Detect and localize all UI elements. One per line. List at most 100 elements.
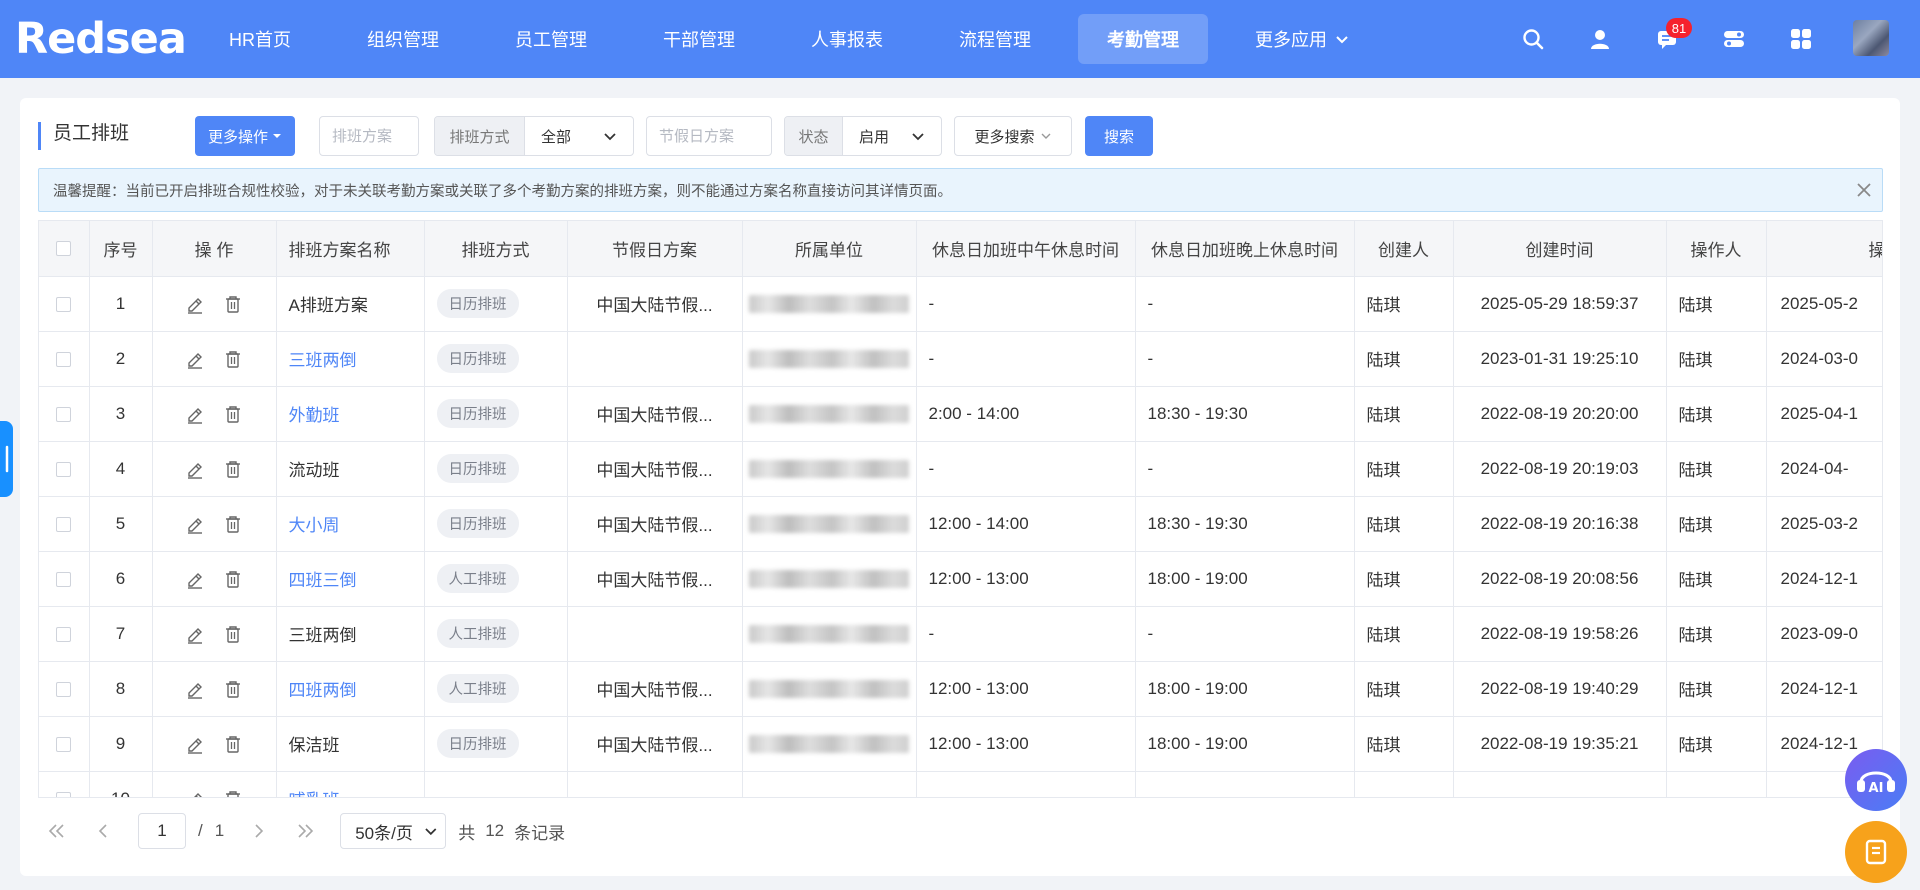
- table-row[interactable]: 9 保洁班 日历排班 中国大陆节假... 12:00 - 13:00 18:00 - 19…: [39, 716, 1882, 772]
- col-header-noon-rest[interactable]: 休息日加班中午休息时间: [916, 221, 1136, 277]
- nav-item-more-apps[interactable]: 更多应用: [1226, 14, 1378, 64]
- nav-item-label: 组织管理: [367, 30, 439, 50]
- delete-icon[interactable]: [223, 789, 243, 797]
- table-row[interactable]: 2 三班两倒 日历排班 - - 陆琪 2023-01-31 19:25:10 陆琪 2024-0…: [39, 331, 1882, 387]
- next-page-icon[interactable]: [248, 820, 270, 842]
- row-checkbox[interactable]: [56, 296, 72, 312]
- page-number-input[interactable]: [138, 813, 186, 849]
- col-header-creator[interactable]: 创建人: [1354, 221, 1454, 277]
- select-all-checkbox[interactable]: [56, 241, 72, 257]
- col-header-holiday[interactable]: 节假日方案: [567, 221, 743, 277]
- table-row[interactable]: 1 A排班方案 日历排班 中国大陆节假... - - 陆琪 2025-05-29 18:59:…: [39, 276, 1882, 332]
- edit-icon[interactable]: [185, 734, 205, 754]
- scheme-name[interactable]: 外勤班: [289, 406, 340, 425]
- redsea-logo[interactable]: Redsea: [15, 14, 187, 64]
- first-page-icon[interactable]: [46, 820, 68, 842]
- ai-assistant-button[interactable]: AI: [1845, 749, 1907, 811]
- row-checkbox[interactable]: [56, 681, 72, 697]
- apps-grid-icon[interactable]: [1786, 24, 1816, 54]
- scheme-name[interactable]: 四班两倒: [289, 681, 357, 700]
- row-checkbox[interactable]: [56, 791, 72, 797]
- user-icon[interactable]: [1585, 24, 1615, 54]
- table-row[interactable]: 10 哺乳班: [39, 771, 1882, 797]
- delete-icon[interactable]: [223, 624, 243, 644]
- edit-icon[interactable]: [185, 789, 205, 797]
- col-header-name[interactable]: 排班方案名称: [276, 221, 425, 277]
- delete-icon[interactable]: [223, 514, 243, 534]
- col-header-operator[interactable]: 操作人: [1666, 221, 1767, 277]
- prev-page-icon[interactable]: [92, 820, 114, 842]
- scheme-name-input[interactable]: [319, 116, 419, 156]
- edit-icon[interactable]: [185, 294, 205, 314]
- more-search-button[interactable]: 更多搜索: [954, 116, 1072, 156]
- col-header-evening-rest[interactable]: 休息日加班晚上休息时间: [1135, 221, 1355, 277]
- scheme-name[interactable]: 大小周: [289, 516, 340, 535]
- nav-item-hr-home[interactable]: HR首页: [200, 14, 320, 64]
- table-row[interactable]: 8 四班两倒 人工排班 中国大陆节假... 12:00 - 13:00 18:00 - 1…: [39, 661, 1882, 717]
- delete-icon[interactable]: [223, 459, 243, 479]
- avatar[interactable]: [1853, 20, 1889, 56]
- table-row[interactable]: 7 三班两倒 人工排班 - - 陆琪 2022-08-19 19:58:26 陆琪 2023-0…: [39, 606, 1882, 662]
- row-unit: [742, 496, 917, 552]
- side-drawer-tab[interactable]: [0, 421, 13, 497]
- more-ops-button[interactable]: 更多操作: [195, 116, 295, 156]
- scheme-name[interactable]: 三班两倒: [289, 351, 357, 370]
- row-unit: [742, 606, 917, 662]
- nav-item-staff[interactable]: 员工管理: [486, 14, 616, 64]
- nav-item-attendance[interactable]: 考勤管理: [1078, 14, 1208, 64]
- page-separator: /: [198, 821, 203, 840]
- scheme-name[interactable]: 四班三倒: [289, 571, 357, 590]
- mode-tag: 日历排班: [436, 509, 519, 538]
- delete-icon[interactable]: [223, 294, 243, 314]
- delete-icon[interactable]: [223, 734, 243, 754]
- col-header-created-time[interactable]: 创建时间: [1453, 221, 1667, 277]
- row-created-time: 2022-08-19 20:16:38: [1453, 496, 1667, 552]
- delete-icon[interactable]: [223, 349, 243, 369]
- close-icon[interactable]: [1854, 180, 1874, 200]
- status-select[interactable]: 状态 启用: [784, 116, 942, 156]
- nav-item-cadre[interactable]: 干部管理: [634, 14, 764, 64]
- edit-icon[interactable]: [185, 459, 205, 479]
- search-icon[interactable]: [1518, 24, 1548, 54]
- last-page-icon[interactable]: [294, 820, 316, 842]
- edit-icon[interactable]: [185, 404, 205, 424]
- feedback-button[interactable]: [1845, 821, 1907, 883]
- row-checkbox[interactable]: [56, 461, 72, 477]
- nav-item-org[interactable]: 组织管理: [338, 14, 468, 64]
- toggle-settings-icon[interactable]: [1719, 24, 1749, 54]
- table-row[interactable]: 5 大小周 日历排班 中国大陆节假... 12:00 - 14:00 18:30 - 19…: [39, 496, 1882, 552]
- row-evening-rest: -: [1135, 606, 1355, 662]
- mode-tag: 日历排班: [436, 399, 519, 428]
- nav-item-reports[interactable]: 人事报表: [782, 14, 912, 64]
- edit-icon[interactable]: [185, 624, 205, 644]
- row-checkbox[interactable]: [56, 626, 72, 642]
- row-checkbox[interactable]: [56, 516, 72, 532]
- col-header-unit[interactable]: 所属单位: [742, 221, 917, 277]
- nav-item-process[interactable]: 流程管理: [930, 14, 1060, 64]
- row-noon-rest: 2:00 - 14:00: [916, 386, 1136, 442]
- edit-icon[interactable]: [185, 679, 205, 699]
- mode-select[interactable]: 排班方式 全部: [434, 116, 634, 156]
- delete-icon[interactable]: [223, 404, 243, 424]
- row-checkbox[interactable]: [56, 406, 72, 422]
- table-row[interactable]: 3 外勤班 日历排班 中国大陆节假... 2:00 - 14:00 18:30 - 19:…: [39, 386, 1882, 442]
- page-size-select[interactable]: 50条/页: [340, 813, 447, 849]
- search-button[interactable]: 搜索: [1085, 116, 1153, 156]
- holiday-scheme-input[interactable]: [646, 116, 772, 156]
- message-icon[interactable]: 81: [1652, 18, 1692, 54]
- row-select-cell: [39, 661, 90, 717]
- col-header-op-time[interactable]: 操作时间: [1766, 221, 1882, 277]
- row-checkbox[interactable]: [56, 571, 72, 587]
- table-row[interactable]: 6 四班三倒 人工排班 中国大陆节假... 12:00 - 13:00 18:00 - 1…: [39, 551, 1882, 607]
- edit-icon[interactable]: [185, 569, 205, 589]
- col-header-mode[interactable]: 排班方式: [424, 221, 568, 277]
- row-checkbox[interactable]: [56, 351, 72, 367]
- row-select-cell: [39, 496, 90, 552]
- table-row[interactable]: 4 流动班 日历排班 中国大陆节假... - - 陆琪 2022-08-19 20:19:03…: [39, 441, 1882, 497]
- scheme-name[interactable]: 哺乳班: [289, 791, 340, 797]
- edit-icon[interactable]: [185, 514, 205, 534]
- row-checkbox[interactable]: [56, 736, 72, 752]
- delete-icon[interactable]: [223, 679, 243, 699]
- edit-icon[interactable]: [185, 349, 205, 369]
- delete-icon[interactable]: [223, 569, 243, 589]
